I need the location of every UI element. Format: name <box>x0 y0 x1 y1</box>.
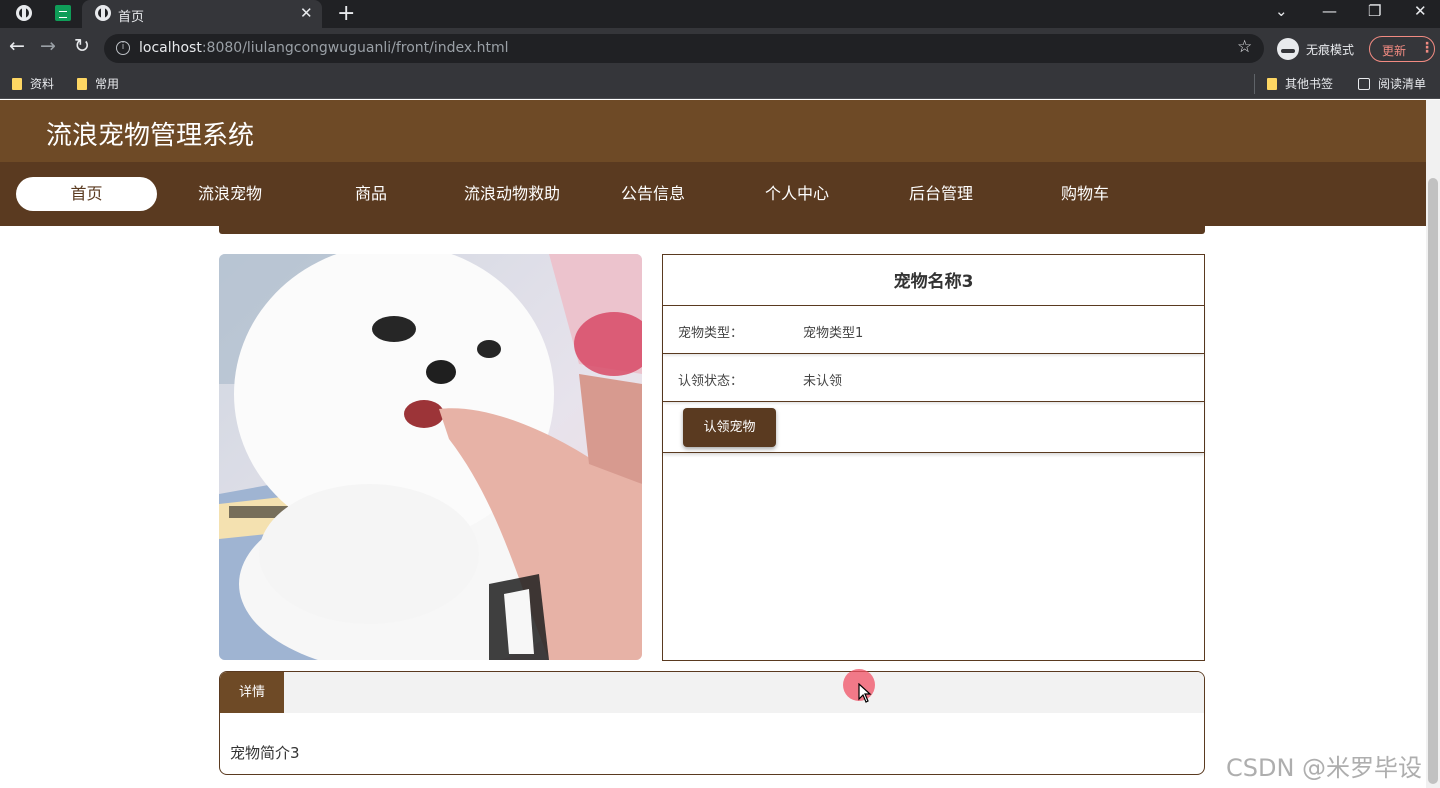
site-header: 流浪宠物管理系统 <box>0 100 1426 162</box>
reading-list[interactable]: 阅读清单 <box>1358 75 1426 92</box>
detail-tabbar: 详情 <box>220 672 1204 713</box>
nav-rescue[interactable]: 流浪动物救助 <box>452 177 572 211</box>
nav-cart[interactable]: 购物车 <box>1025 177 1145 211</box>
other-bookmarks[interactable]: 其他书签 <box>1267 75 1333 92</box>
bookmarks-bar: 资料 常用 其他书签 阅读清单 <box>0 69 1440 99</box>
bookmarks-divider <box>1254 74 1255 94</box>
address-bar[interactable]: i localhost:8080/liulangcongwuguanli/fro… <box>104 34 1264 63</box>
mouse-cursor-icon <box>858 683 872 703</box>
url-text[interactable]: localhost:8080/liulangcongwuguanli/front… <box>139 40 509 56</box>
reload-icon[interactable]: ↻ <box>74 36 90 56</box>
restore-icon[interactable]: ❐ <box>1368 2 1381 20</box>
tab-favicon-icon <box>95 5 111 21</box>
new-tab-icon[interactable]: + <box>337 1 355 26</box>
tab-search-icon[interactable]: ⌄ <box>1275 2 1288 20</box>
sheets-app-icon[interactable] <box>55 5 71 21</box>
browser-tab-active[interactable]: 首页 ✕ <box>82 0 322 28</box>
browser-toolbar: ← → ↻ i localhost:8080/liulangcongwuguan… <box>0 28 1440 69</box>
nav-home[interactable]: 首页 <box>16 177 157 211</box>
browser-titlebar: 首页 ✕ + ⌄ — ❐ ✕ <box>0 0 1440 28</box>
back-icon[interactable]: ← <box>9 36 25 56</box>
tab-title: 首页 <box>118 10 145 25</box>
pet-type-label: 宠物类型： <box>678 326 744 341</box>
pet-type-value: 宠物类型1 <box>803 326 864 341</box>
kebab-menu-icon: ⋮ <box>1420 40 1434 56</box>
browser-globe-icon[interactable] <box>16 5 32 21</box>
tab-close-icon[interactable]: ✕ <box>300 4 313 22</box>
main-nav: 首页 流浪宠物 商品 流浪动物救助 公告信息 个人中心 后台管理 购物车 <box>0 162 1426 226</box>
pet-name: 宠物名称3 <box>893 272 974 292</box>
folder-icon <box>1267 78 1277 90</box>
pet-info-panel: 宠物名称3 宠物类型： 宠物类型1 认领状态： 未认领 认领宠物 <box>662 254 1205 661</box>
minimize-icon[interactable]: — <box>1322 2 1337 20</box>
page-scrollbar[interactable] <box>1426 100 1440 788</box>
pet-intro-text: 宠物简介3 <box>230 744 300 762</box>
bookmark-folder-ziliao[interactable]: 资料 <box>12 75 54 92</box>
watermark: CSDN @米罗毕设 <box>1226 754 1423 782</box>
adopt-action-row: 认领宠物 <box>663 401 1204 453</box>
pet-type-row: 宠物类型： 宠物类型1 <box>663 305 1204 353</box>
tab-details[interactable]: 详情 <box>220 672 284 713</box>
update-button[interactable]: 更新 ⋮ <box>1369 36 1435 62</box>
nav-admin[interactable]: 后台管理 <box>881 177 1001 211</box>
adopt-status-label: 认领状态： <box>678 374 744 389</box>
site-title: 流浪宠物管理系统 <box>46 121 255 151</box>
site-info-icon[interactable]: i <box>116 41 130 55</box>
incognito-label[interactable]: 无痕模式 <box>1306 41 1354 58</box>
scrollbar-thumb[interactable] <box>1428 178 1438 784</box>
nav-announcements[interactable]: 公告信息 <box>593 177 713 211</box>
bookmark-folder-changyong[interactable]: 常用 <box>77 75 119 92</box>
adopt-status-value: 未认领 <box>803 374 843 389</box>
reading-list-icon <box>1358 78 1370 90</box>
adopt-pet-button[interactable]: 认领宠物 <box>683 408 776 447</box>
folder-icon <box>77 78 87 90</box>
adopt-status-row: 认领状态： 未认领 <box>663 353 1204 401</box>
incognito-icon[interactable] <box>1277 38 1299 60</box>
detail-panel: 详情 宠物简介3 <box>219 671 1205 775</box>
nav-stray-pets[interactable]: 流浪宠物 <box>170 177 290 211</box>
nav-goods[interactable]: 商品 <box>311 177 431 211</box>
forward-icon[interactable]: → <box>40 36 56 56</box>
folder-icon <box>12 78 22 90</box>
nav-underbar <box>219 226 1205 234</box>
close-window-icon[interactable]: ✕ <box>1414 2 1427 20</box>
pet-photo[interactable] <box>219 254 642 660</box>
puppy-image <box>219 254 642 660</box>
bookmark-star-icon[interactable]: ☆ <box>1237 37 1252 57</box>
nav-personal-center[interactable]: 个人中心 <box>737 177 857 211</box>
